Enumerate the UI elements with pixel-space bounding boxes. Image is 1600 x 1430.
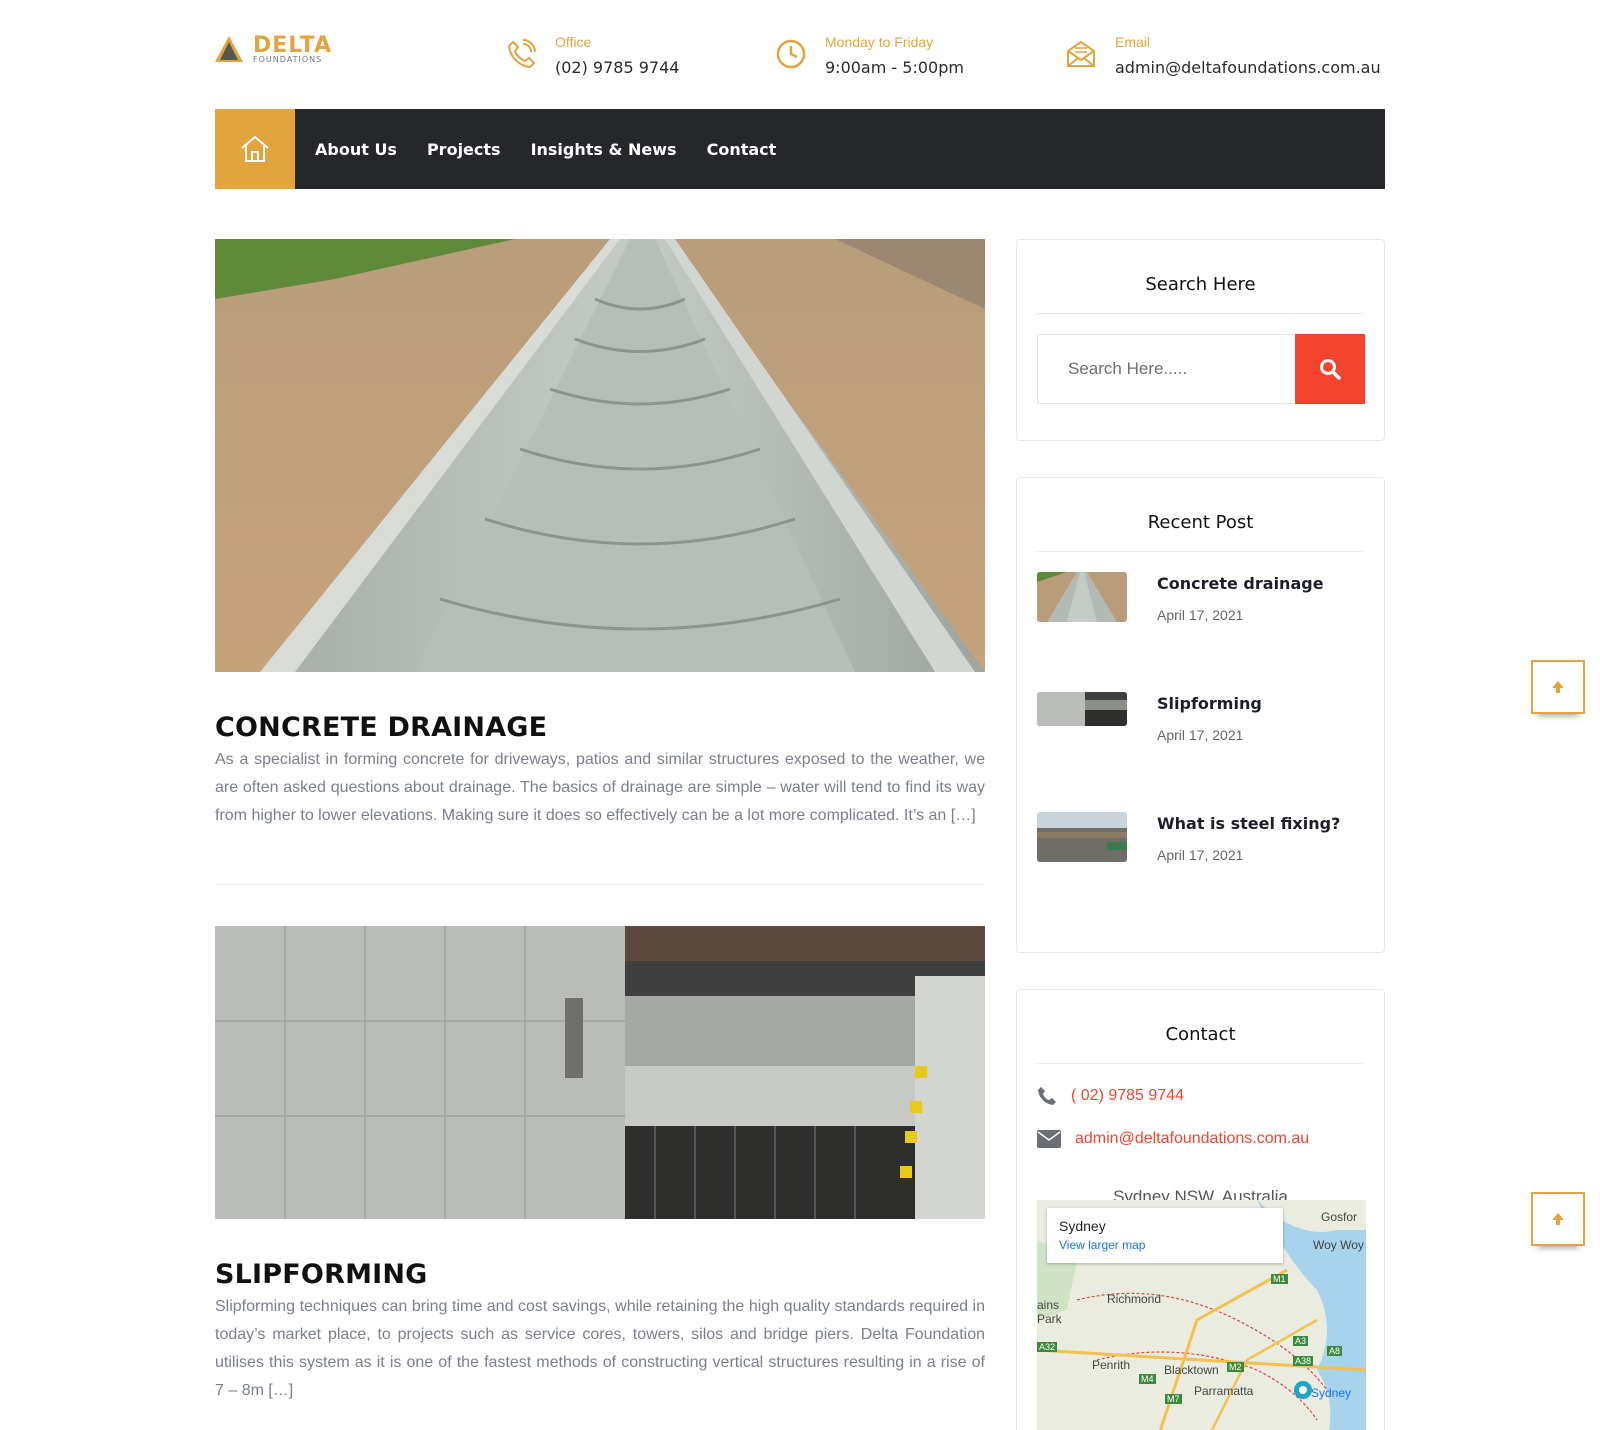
envelope-icon: [1067, 40, 1095, 67]
nav-contact[interactable]: Contact: [707, 140, 777, 159]
road-badge: A8: [1327, 1346, 1343, 1356]
phone-icon: [507, 39, 536, 69]
nav-about-us[interactable]: About Us: [315, 140, 397, 159]
recent-post-item[interactable]: Slipforming April 17, 2021: [1037, 692, 1365, 752]
search-widget: Search Here: [1016, 239, 1385, 441]
recent-post-thumbnail[interactable]: [1037, 572, 1127, 622]
widget-title: Recent Post: [1037, 508, 1364, 552]
map-label: Woy Woy: [1313, 1238, 1364, 1252]
hours-label: Monday to Friday: [825, 34, 934, 50]
road-badge: A3: [1293, 1336, 1309, 1346]
email-address[interactable]: admin@deltafoundations.com.au: [1115, 58, 1381, 77]
recent-post-thumbnail[interactable]: [1037, 692, 1127, 726]
recent-post-title[interactable]: What is steel fixing?: [1157, 814, 1340, 833]
map-label: Gosfor: [1321, 1210, 1358, 1224]
search-icon: [1320, 359, 1341, 380]
arrow-up-icon: [1552, 681, 1564, 693]
post-excerpt: Slipforming techniques can bring time an…: [215, 1298, 985, 1399]
map-label: Parramatta: [1194, 1384, 1254, 1398]
envelope-icon: [1037, 1130, 1061, 1148]
phone-icon: [1038, 1087, 1056, 1105]
home-button[interactable]: [215, 109, 295, 189]
nav-insights-news[interactable]: Insights & News: [531, 140, 677, 159]
post-title[interactable]: SLIPFORMING: [215, 1259, 428, 1290]
map-info-card: Sydney View larger map: [1047, 1208, 1283, 1263]
view-larger-map-link[interactable]: View larger map: [1059, 1238, 1271, 1252]
road-badge: M7: [1165, 1394, 1182, 1404]
recent-post-date: April 17, 2021: [1157, 607, 1244, 623]
home-icon: [241, 135, 269, 162]
scroll-to-top-button[interactable]: [1531, 660, 1585, 714]
recent-post-title[interactable]: Concrete drainage: [1157, 574, 1324, 593]
logo-subtext: FOUNDATIONS: [253, 55, 323, 64]
search-button[interactable]: [1295, 334, 1365, 404]
office-phone[interactable]: (02) 9785 9744: [555, 58, 679, 77]
contact-widget: Contact ( 02) 9785 9744 admin@deltafound…: [1016, 989, 1385, 1430]
road-badge: A32: [1037, 1342, 1058, 1352]
post-divider: [215, 884, 985, 885]
recent-post-title[interactable]: Slipforming: [1157, 694, 1262, 713]
nav-projects[interactable]: Projects: [427, 140, 501, 159]
main-nav: About Us Projects Insights & News Contac…: [215, 109, 1385, 189]
post-image-slipforming[interactable]: [215, 926, 985, 1219]
map-label: Blacktown: [1164, 1363, 1219, 1377]
contact-phone-row[interactable]: ( 02) 9785 9744: [1037, 1086, 1184, 1106]
widget-title: Contact: [1037, 1020, 1364, 1064]
recent-post-item[interactable]: What is steel fixing? April 17, 2021: [1037, 812, 1365, 872]
site-logo[interactable]: DELTA FOUNDATIONS: [215, 34, 347, 66]
map-place-name: Sydney: [1059, 1218, 1106, 1234]
map-label: Richmond: [1107, 1292, 1162, 1306]
contact-phone[interactable]: ( 02) 9785 9744: [1071, 1087, 1184, 1105]
arrow-up-icon: [1552, 1213, 1564, 1225]
search-input[interactable]: [1038, 335, 1296, 403]
road-badge: M2: [1227, 1362, 1244, 1372]
map-label: Penrith: [1092, 1358, 1131, 1372]
post-excerpt: As a specialist in forming concrete for …: [215, 751, 985, 824]
recent-post-date: April 17, 2021: [1157, 847, 1244, 863]
clock-icon: [776, 39, 806, 69]
recent-post-date: April 17, 2021: [1157, 727, 1244, 743]
recent-post-item[interactable]: Concrete drainage April 17, 2021: [1037, 572, 1365, 632]
email-label: Email: [1115, 34, 1151, 50]
hours-value: 9:00am - 5:00pm: [825, 58, 964, 77]
map-label: ains Park: [1037, 1298, 1062, 1326]
post-image-concrete-drainage[interactable]: [215, 239, 985, 672]
post-title[interactable]: CONCRETE DRAINAGE: [215, 712, 547, 743]
contact-email-row[interactable]: admin@deltafoundations.com.au: [1037, 1130, 1309, 1148]
road-badge: M4: [1139, 1374, 1156, 1384]
road-badge: A38: [1293, 1356, 1314, 1366]
road-badge: M1: [1271, 1274, 1288, 1284]
contact-email[interactable]: admin@deltafoundations.com.au: [1075, 1130, 1309, 1148]
office-label: Office: [555, 34, 592, 50]
recent-post-thumbnail[interactable]: [1037, 812, 1127, 862]
scroll-to-top-button[interactable]: [1531, 1192, 1585, 1246]
logo-icon: [215, 36, 243, 62]
widget-title: Search Here: [1037, 270, 1364, 314]
map-label: Sydney: [1311, 1386, 1352, 1400]
embedded-map[interactable]: Richmond Penrith Blacktown Parramatta Sy…: [1037, 1200, 1366, 1430]
recent-posts-widget: Recent Post Concrete drainage April 17, …: [1016, 477, 1385, 953]
search-form: [1037, 334, 1365, 404]
